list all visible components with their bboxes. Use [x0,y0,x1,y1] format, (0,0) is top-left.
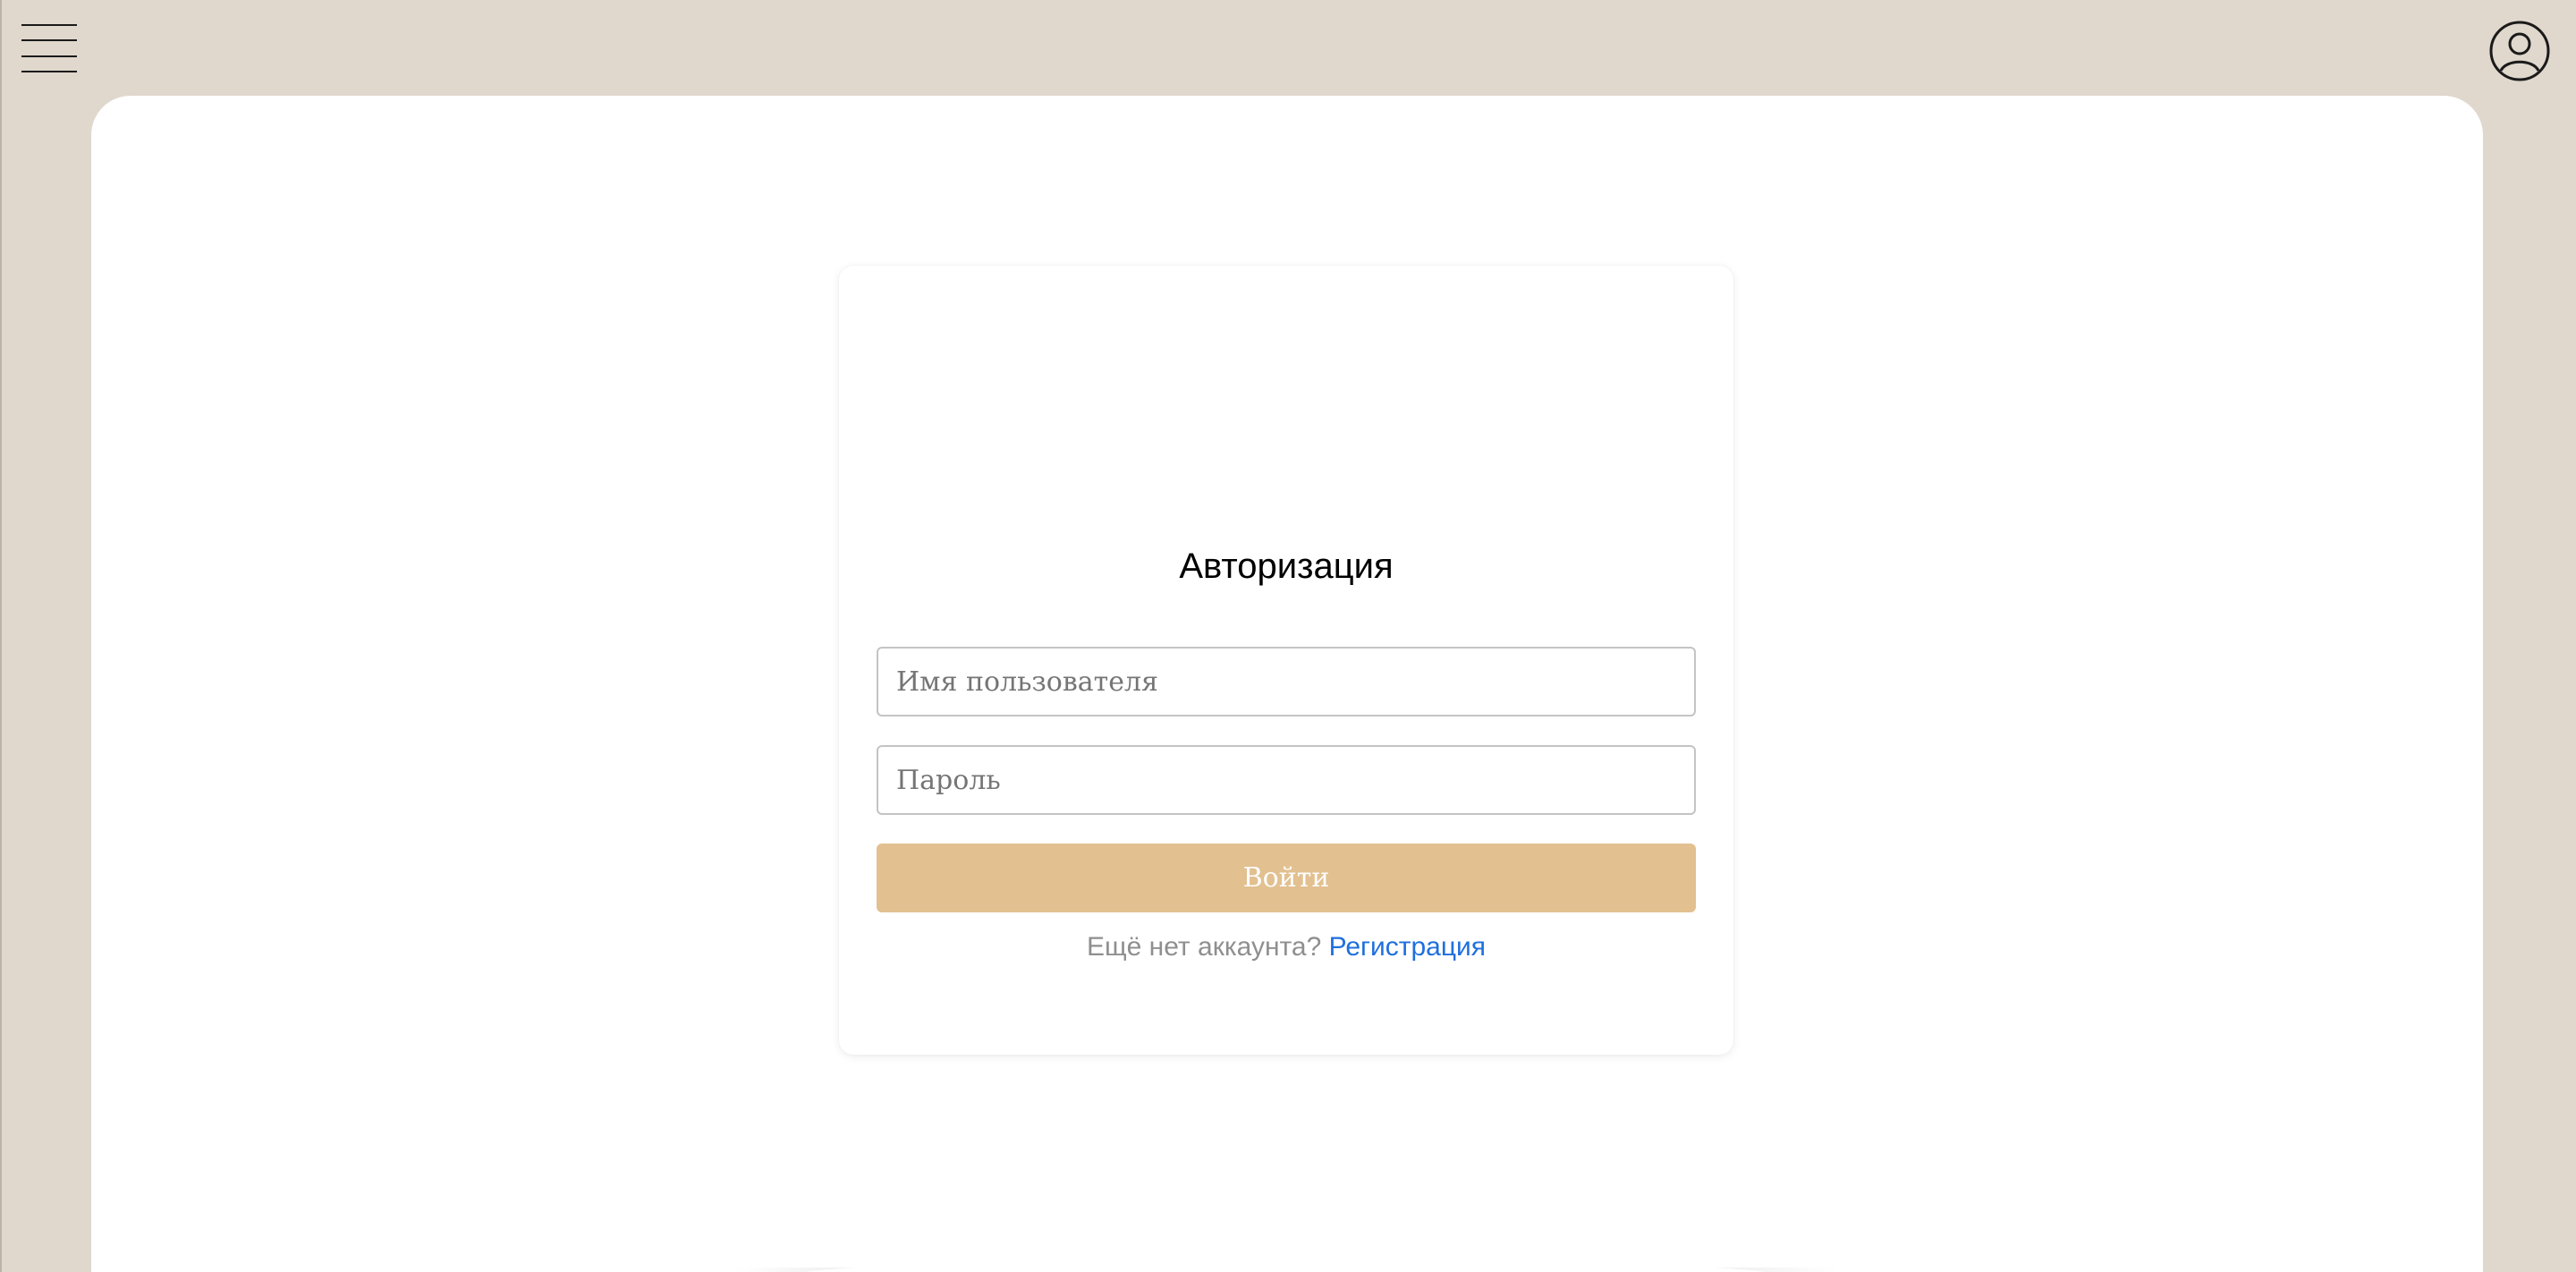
user-icon-graphic [2489,21,2550,81]
menu-line [21,24,77,26]
menu-line [21,39,77,41]
menu-line [21,55,77,57]
user-circle-icon[interactable] [2488,20,2551,82]
no-account-text: Ещё нет аккаунта? [1086,932,1322,962]
register-prompt: Ещё нет аккаунта? Регистрация [839,929,1733,965]
login-button[interactable]: Войти [877,844,1696,912]
menu-line [21,71,77,72]
hamburger-menu-icon[interactable] [21,23,79,75]
main-content-panel: Авторизация Войти Ещё нет аккаунта? Реги… [91,96,2483,1272]
password-input[interactable] [877,745,1696,815]
window-left-edge [0,0,2,1272]
register-link[interactable]: Регистрация [1329,932,1486,962]
username-input[interactable] [877,647,1696,717]
shadow-mask [717,1187,1853,1268]
login-card: Авторизация Войти Ещё нет аккаунта? Реги… [839,266,1733,1055]
login-title: Авторизация [1179,547,1394,586]
